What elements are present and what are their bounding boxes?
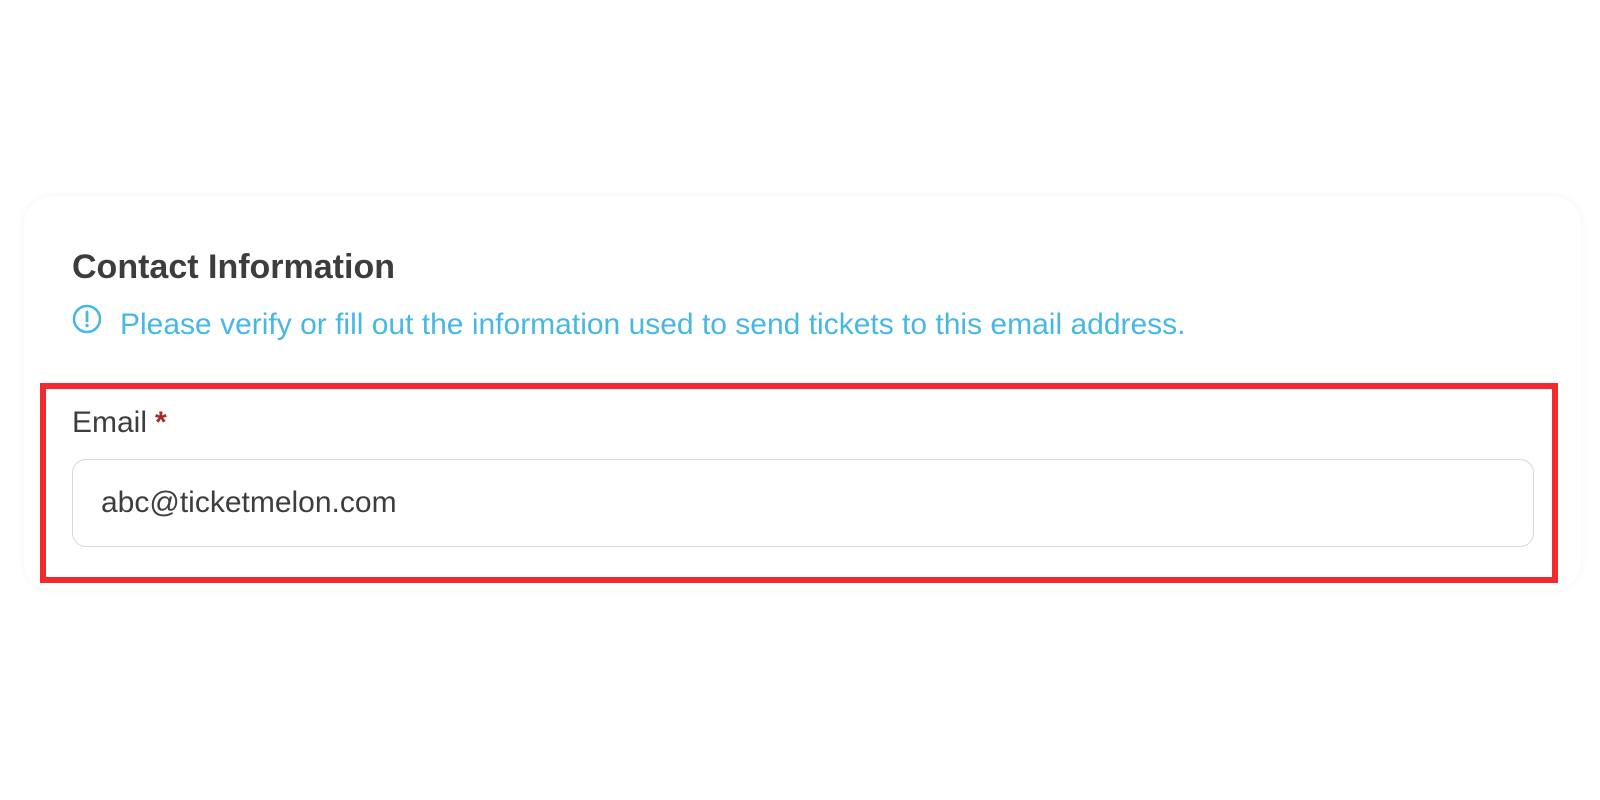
email-label-text: Email [72, 406, 148, 439]
required-asterisk: * [155, 406, 167, 439]
info-text: Please verify or fill out the informatio… [120, 308, 1186, 341]
alert-circle-icon [72, 304, 102, 334]
info-message: Please verify or fill out the informatio… [72, 304, 1186, 342]
email-input[interactable] [72, 459, 1534, 547]
email-label: Email * [72, 405, 167, 441]
section-title: Contact Information [72, 248, 395, 286]
